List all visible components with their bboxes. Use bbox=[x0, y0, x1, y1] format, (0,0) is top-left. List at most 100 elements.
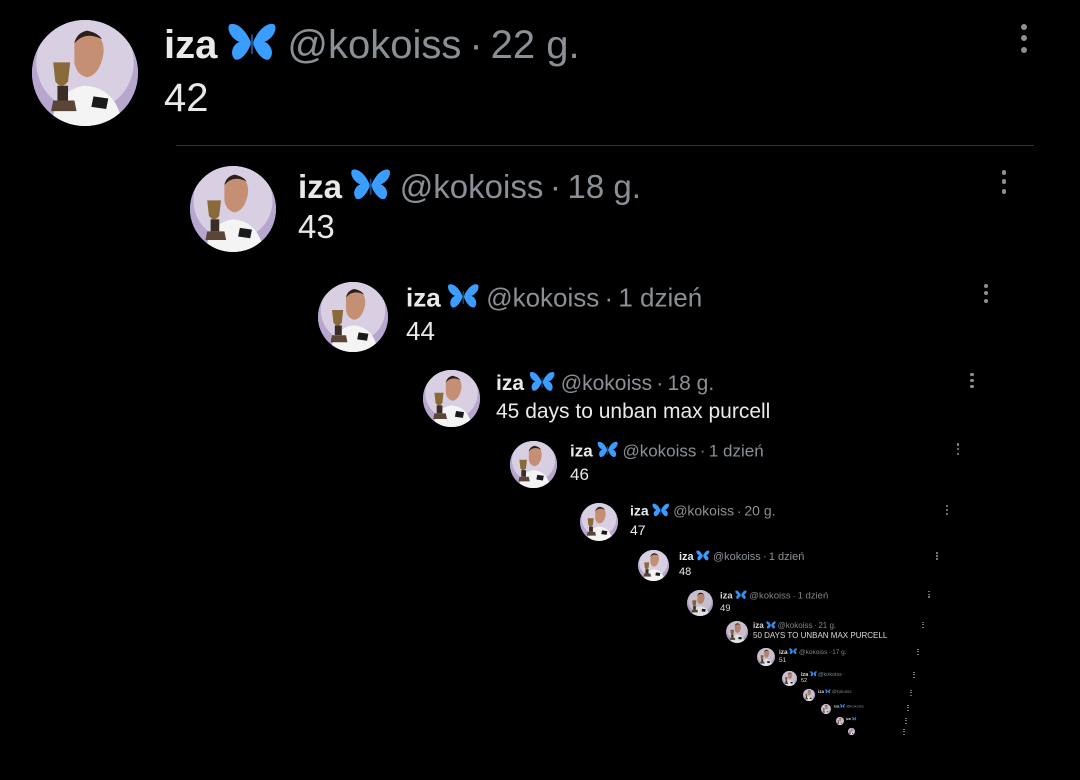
butterfly-icon bbox=[696, 550, 710, 561]
user-handle[interactable]: @kokoiss bbox=[673, 503, 734, 519]
tweet-text: 44 bbox=[406, 316, 435, 346]
display-name[interactable]: iza bbox=[406, 283, 441, 313]
butterfly-icon bbox=[447, 283, 480, 310]
avatar[interactable] bbox=[836, 717, 844, 725]
tweet-text: 43 bbox=[298, 208, 335, 245]
user-handle[interactable]: @kokoiss bbox=[799, 649, 827, 656]
tweet-header: iza @kokoiss · 22 g. bbox=[164, 22, 580, 65]
user-handle[interactable]: @kokoiss bbox=[622, 441, 696, 460]
avatar[interactable] bbox=[510, 441, 557, 488]
avatar[interactable] bbox=[32, 20, 138, 126]
butterfly-icon bbox=[597, 441, 618, 458]
more-options-icon[interactable] bbox=[905, 705, 911, 712]
more-options-icon[interactable] bbox=[901, 729, 907, 736]
butterfly-icon bbox=[350, 168, 391, 202]
avatar[interactable] bbox=[580, 503, 618, 541]
avatar[interactable] bbox=[318, 282, 388, 352]
tweet-header: iza @kokoiss · 20 g. bbox=[630, 503, 776, 518]
timestamp[interactable]: 1 dzień bbox=[769, 551, 804, 563]
butterfly-icon bbox=[789, 648, 798, 655]
separator-dot: · bbox=[762, 550, 767, 563]
more-options-icon[interactable] bbox=[920, 622, 926, 629]
tweet-header: iza @kokoiss · 21 g. bbox=[753, 621, 836, 630]
timestamp[interactable]: 18 g. bbox=[667, 372, 714, 395]
separator-dot: · bbox=[843, 671, 845, 678]
user-handle[interactable]: @kokoiss bbox=[713, 551, 761, 563]
user-handle[interactable]: @kokoiss bbox=[832, 689, 852, 694]
display-name[interactable]: iza bbox=[298, 168, 342, 205]
user-handle[interactable]: @kokoiss bbox=[818, 672, 842, 678]
butterfly-icon bbox=[735, 590, 747, 600]
avatar[interactable] bbox=[821, 704, 831, 714]
user-handle[interactable]: @kokoiss bbox=[486, 283, 599, 313]
tweet-text: 46 bbox=[570, 465, 589, 484]
tweet-header: iza bbox=[846, 717, 857, 722]
tweet-header: iza @kokoiss· bbox=[801, 671, 846, 678]
tweet-text: 47 bbox=[630, 522, 646, 538]
user-handle[interactable]: @kokoiss bbox=[846, 704, 863, 709]
user-handle[interactable]: @kokoiss bbox=[400, 168, 544, 205]
tweet-header: iza @kokoiss · 1 dzień bbox=[720, 590, 828, 601]
avatar[interactable] bbox=[782, 671, 797, 686]
more-options-icon[interactable] bbox=[911, 672, 917, 679]
display-name[interactable]: iza bbox=[818, 689, 824, 694]
display-name[interactable]: iza bbox=[846, 717, 851, 721]
timestamp[interactable]: 1 dzień bbox=[798, 591, 829, 602]
reply-divider bbox=[176, 145, 1034, 146]
user-handle[interactable]: @kokoiss bbox=[749, 591, 790, 602]
separator-dot: · bbox=[792, 590, 796, 602]
more-options-icon[interactable] bbox=[1001, 170, 1007, 198]
timestamp[interactable]: 17 g. bbox=[832, 649, 846, 656]
more-options-icon[interactable] bbox=[926, 591, 932, 599]
avatar[interactable] bbox=[638, 550, 669, 581]
timestamp[interactable]: 1 dzień bbox=[709, 441, 764, 460]
display-name[interactable]: iza bbox=[779, 649, 788, 656]
more-options-icon[interactable] bbox=[969, 373, 975, 391]
display-name[interactable]: iza bbox=[753, 621, 764, 630]
timestamp[interactable]: 22 g. bbox=[491, 23, 580, 67]
timestamp[interactable]: 20 g. bbox=[744, 503, 775, 519]
avatar[interactable] bbox=[726, 621, 748, 643]
display-name[interactable]: iza bbox=[496, 372, 524, 395]
timestamp[interactable]: 21 g. bbox=[818, 621, 836, 630]
butterfly-icon bbox=[652, 503, 670, 517]
display-name[interactable]: iza bbox=[679, 551, 694, 563]
avatar[interactable] bbox=[190, 166, 276, 252]
butterfly-icon bbox=[851, 717, 856, 721]
butterfly-icon bbox=[529, 371, 555, 393]
more-options-icon[interactable] bbox=[1021, 24, 1027, 58]
more-options-icon[interactable] bbox=[955, 443, 961, 457]
display-name[interactable]: iza bbox=[834, 704, 839, 709]
user-handle[interactable]: @kokoiss bbox=[287, 23, 461, 67]
user-handle[interactable]: @kokoiss bbox=[561, 372, 652, 395]
more-options-icon[interactable] bbox=[934, 552, 940, 561]
more-options-icon[interactable] bbox=[944, 505, 950, 517]
tweet-text: 51 bbox=[779, 657, 787, 664]
butterfly-icon bbox=[809, 671, 817, 677]
tweet-header: iza @kokoiss·17 g. bbox=[779, 648, 847, 656]
separator-dot: · bbox=[814, 621, 817, 631]
tweet-header: iza @kokoiss · 1 dzień bbox=[406, 283, 702, 311]
more-options-icon[interactable] bbox=[983, 284, 989, 306]
avatar[interactable] bbox=[848, 728, 855, 735]
separator-dot: · bbox=[736, 502, 742, 519]
more-options-icon[interactable] bbox=[908, 690, 914, 697]
separator-dot: · bbox=[469, 23, 483, 68]
display-name[interactable]: iza bbox=[720, 591, 733, 602]
avatar[interactable] bbox=[423, 370, 480, 427]
timestamp[interactable]: 18 g. bbox=[568, 168, 641, 205]
avatar[interactable] bbox=[687, 590, 713, 616]
tweet-header: iza @kokoiss bbox=[818, 689, 851, 695]
more-options-icon[interactable] bbox=[915, 649, 921, 656]
display-name[interactable]: iza bbox=[164, 23, 217, 67]
user-handle[interactable]: @kokoiss bbox=[778, 621, 813, 630]
tweet-text: 50 DAYS TO UNBAN MAX PURCELL bbox=[753, 631, 888, 640]
display-name[interactable]: iza bbox=[630, 503, 649, 519]
more-options-icon[interactable] bbox=[903, 718, 909, 725]
avatar[interactable] bbox=[803, 689, 815, 701]
separator-dot: · bbox=[656, 372, 664, 395]
display-name[interactable]: iza bbox=[570, 441, 593, 460]
avatar[interactable] bbox=[757, 648, 775, 666]
timestamp[interactable]: 1 dzień bbox=[618, 283, 702, 313]
butterfly-icon bbox=[227, 22, 277, 63]
